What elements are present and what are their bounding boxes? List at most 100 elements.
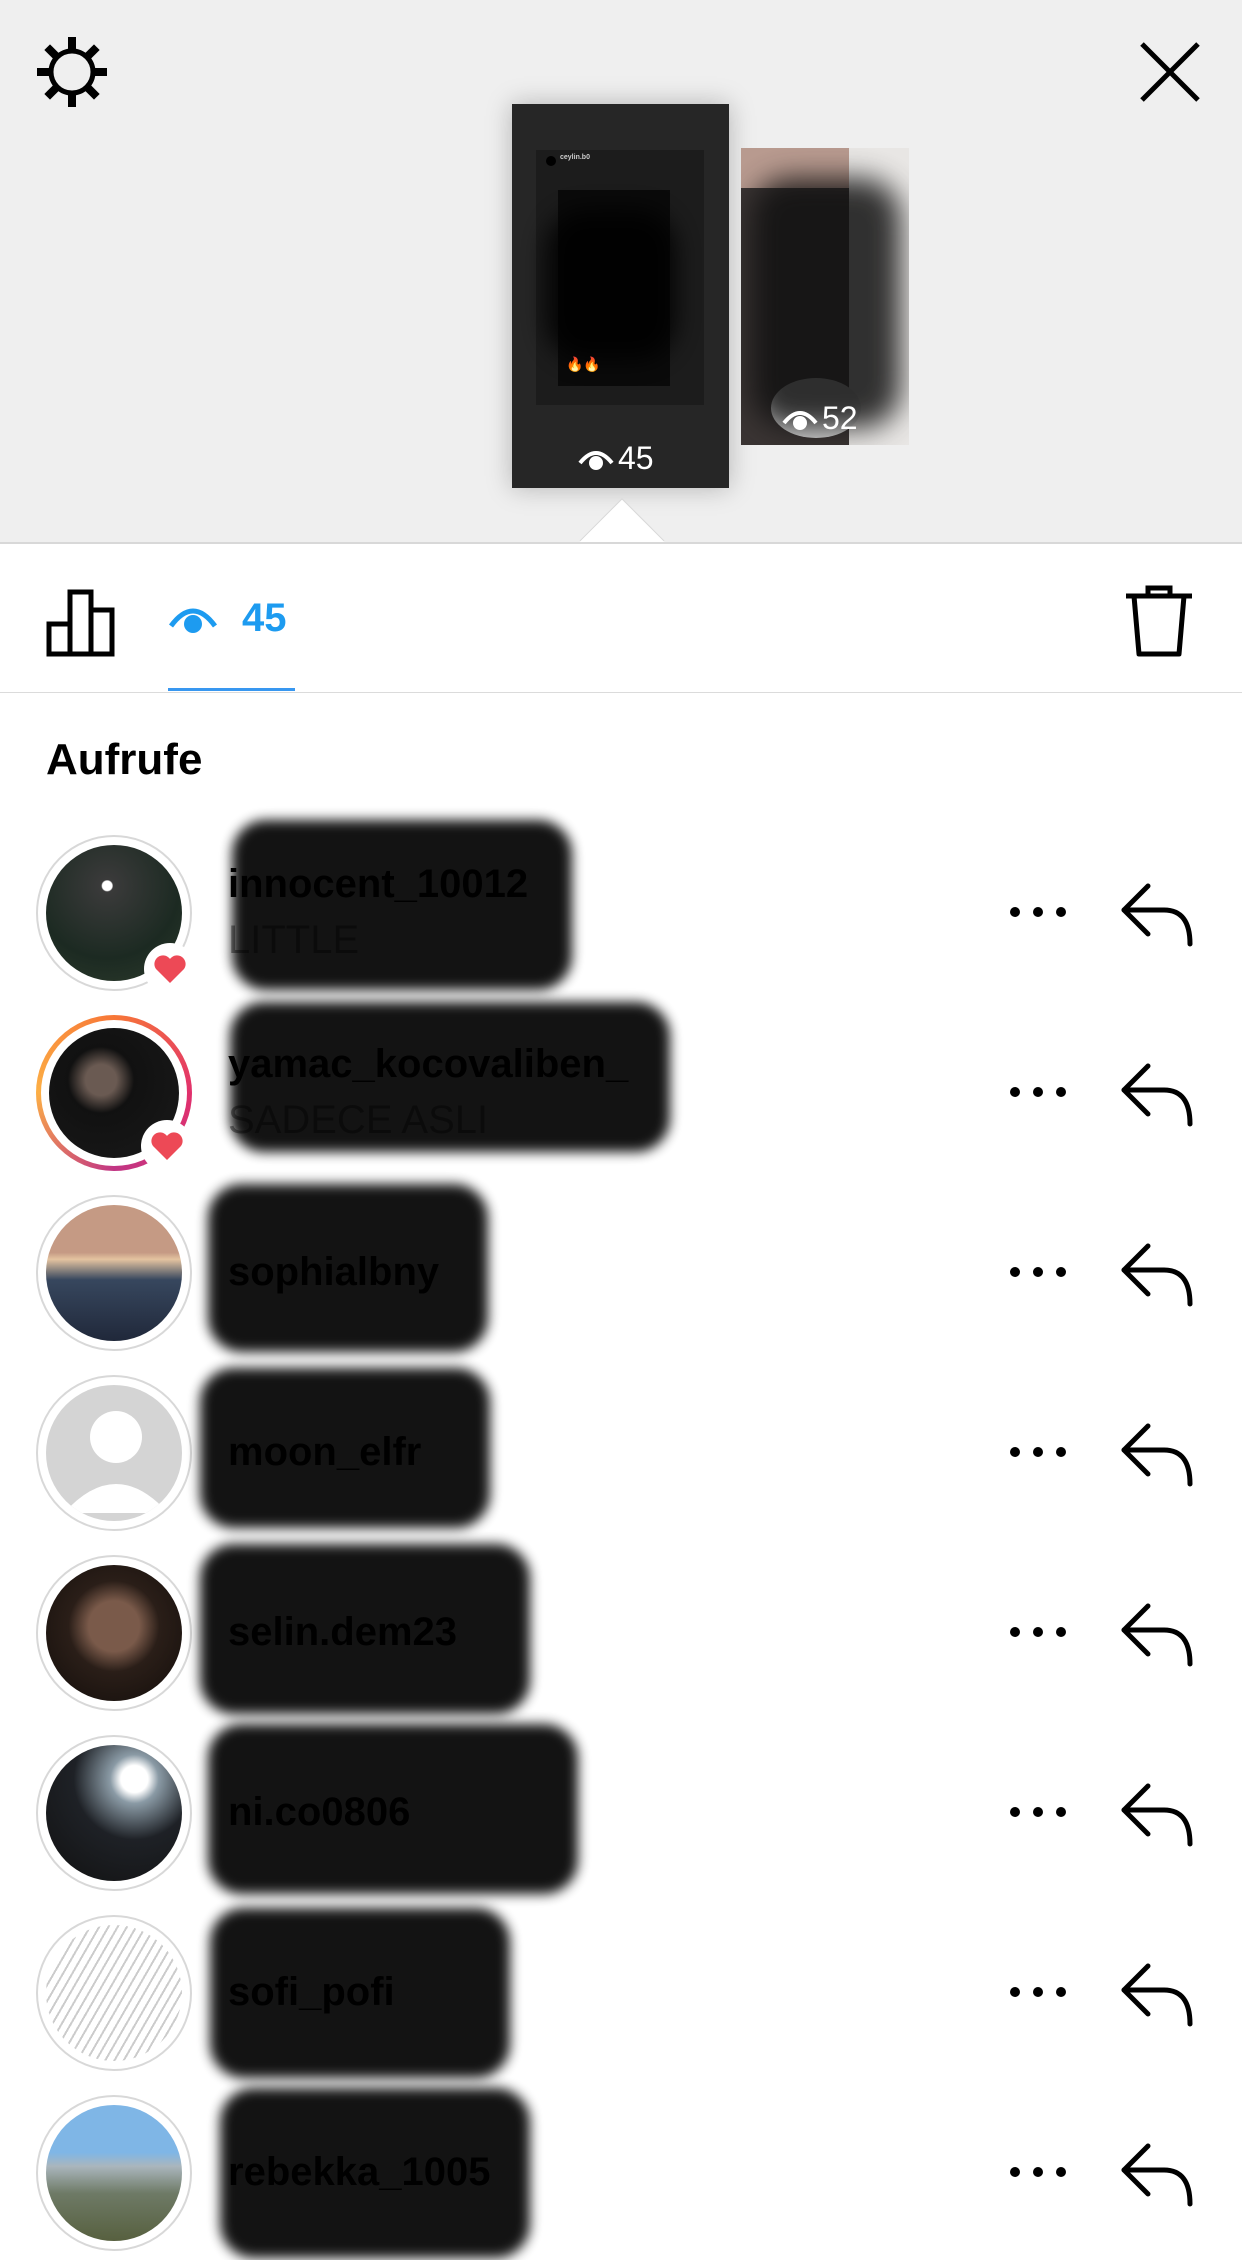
more-icon	[1010, 1447, 1020, 1457]
avatar[interactable]	[36, 1375, 192, 1531]
more-icon	[1056, 1987, 1066, 1997]
delete-button[interactable]	[1124, 584, 1194, 658]
liked-badge	[141, 1120, 193, 1172]
more-icon	[1056, 1087, 1066, 1097]
trash-icon	[1126, 585, 1192, 657]
redaction-blur	[200, 1368, 490, 1528]
reply-button[interactable]	[1120, 1778, 1196, 1848]
insights-button[interactable]	[46, 584, 120, 658]
reply-icon	[1121, 1783, 1193, 1847]
story-view-count: 45	[578, 440, 654, 477]
reply-icon	[1121, 1063, 1193, 1127]
viewer-row[interactable]: rebekka_1005	[0, 2080, 1242, 2260]
more-icon	[1033, 1987, 1043, 1997]
more-icon	[1033, 1267, 1043, 1277]
heart-icon	[154, 955, 186, 983]
more-icon	[1056, 1447, 1066, 1457]
avatar[interactable]	[36, 835, 196, 995]
redaction-blur	[208, 1184, 488, 1352]
viewer-row[interactable]: sofi_pofi	[0, 1900, 1242, 2080]
avatar-image	[46, 1385, 182, 1521]
more-options-button[interactable]	[1010, 1982, 1066, 2002]
more-options-button[interactable]	[1010, 1442, 1066, 1462]
redaction-blur	[220, 2088, 530, 2258]
viewer-row[interactable]: selin.dem23	[0, 1540, 1242, 1720]
avatar-image	[46, 1745, 182, 1881]
more-icon	[1033, 1087, 1043, 1097]
avatar[interactable]	[36, 1735, 192, 1891]
eye-icon	[782, 410, 818, 430]
reply-icon	[1121, 2143, 1193, 2207]
viewer-row[interactable]: ni.co0806	[0, 1720, 1242, 1900]
section-title: Aufrufe	[46, 735, 203, 784]
reply-icon	[1121, 1963, 1193, 2027]
more-options-button[interactable]	[1010, 902, 1066, 922]
redaction-blur	[546, 210, 676, 360]
close-icon	[1140, 42, 1200, 102]
settings-button[interactable]	[30, 30, 114, 114]
reply-button[interactable]	[1120, 1418, 1196, 1488]
liked-badge	[144, 943, 196, 995]
reply-icon	[1121, 1243, 1193, 1307]
reply-button[interactable]	[1120, 1598, 1196, 1668]
more-icon	[1033, 1627, 1043, 1637]
reply-icon	[1121, 1423, 1193, 1487]
reply-button[interactable]	[1120, 2138, 1196, 2208]
more-options-button[interactable]	[1010, 2162, 1066, 2182]
more-icon	[1056, 1807, 1066, 1817]
viewer-row[interactable]: moon_elfr	[0, 1360, 1242, 1540]
more-icon	[1056, 1267, 1066, 1277]
more-icon	[1033, 2167, 1043, 2177]
avatar[interactable]	[36, 1555, 192, 1711]
flame-emoji: 🔥🔥	[566, 356, 601, 372]
redaction-blur	[751, 178, 901, 428]
viewer-row[interactable]: innocent_10012LITTLE	[0, 820, 1242, 1000]
reply-icon	[1121, 1603, 1193, 1667]
viewer-row[interactable]: yamac_kocovaliben_SADECE ASLI	[0, 1000, 1242, 1180]
more-icon	[1056, 907, 1066, 917]
redaction-blur	[208, 1724, 578, 1894]
story-preview-strip: ceylin.b0 🔥🔥 45 52	[0, 0, 1242, 542]
avatar[interactable]	[36, 2095, 192, 2251]
more-icon	[1033, 907, 1043, 917]
reply-button[interactable]	[1120, 1958, 1196, 2028]
viewer-row[interactable]: sophialbny	[0, 1180, 1242, 1360]
avatar[interactable]	[36, 1915, 192, 2071]
more-options-button[interactable]	[1010, 1802, 1066, 1822]
story-view-count-value: 45	[618, 440, 654, 476]
more-icon	[1010, 2167, 1020, 2177]
reply-button[interactable]	[1120, 1238, 1196, 1308]
avatar-image	[46, 2105, 182, 2241]
more-icon	[1010, 1987, 1020, 1997]
avatar[interactable]	[36, 1195, 192, 1351]
heart-icon	[151, 1132, 183, 1160]
avatar[interactable]	[36, 1015, 193, 1172]
more-options-button[interactable]	[1010, 1082, 1066, 1102]
eye-icon	[578, 450, 614, 470]
viewers-tab[interactable]: 45	[168, 596, 287, 641]
reply-icon	[1121, 883, 1193, 947]
more-icon	[1056, 1627, 1066, 1637]
more-icon	[1010, 907, 1020, 917]
avatar-image	[46, 1925, 182, 2061]
gear-icon	[37, 37, 107, 107]
default-avatar-icon	[64, 1411, 168, 1513]
stats-bar: 45	[0, 542, 1242, 693]
avatar-image	[46, 1565, 182, 1701]
viewer-count: 45	[242, 596, 287, 640]
more-icon	[1033, 1447, 1043, 1457]
story-view-count: 52	[782, 400, 858, 437]
reply-button[interactable]	[1120, 878, 1196, 948]
more-icon	[1010, 1087, 1020, 1097]
eye-icon	[168, 608, 218, 633]
redaction-blur	[200, 1544, 530, 1714]
more-options-button[interactable]	[1010, 1622, 1066, 1642]
reply-button[interactable]	[1120, 1058, 1196, 1128]
bar-chart-icon	[46, 589, 115, 657]
more-icon	[1010, 1267, 1020, 1277]
redaction-blur	[230, 1002, 670, 1152]
close-button[interactable]	[1128, 30, 1212, 114]
story-thumbnail-selected[interactable]: ceylin.b0 🔥🔥	[512, 104, 729, 488]
more-icon	[1010, 1627, 1020, 1637]
more-options-button[interactable]	[1010, 1262, 1066, 1282]
